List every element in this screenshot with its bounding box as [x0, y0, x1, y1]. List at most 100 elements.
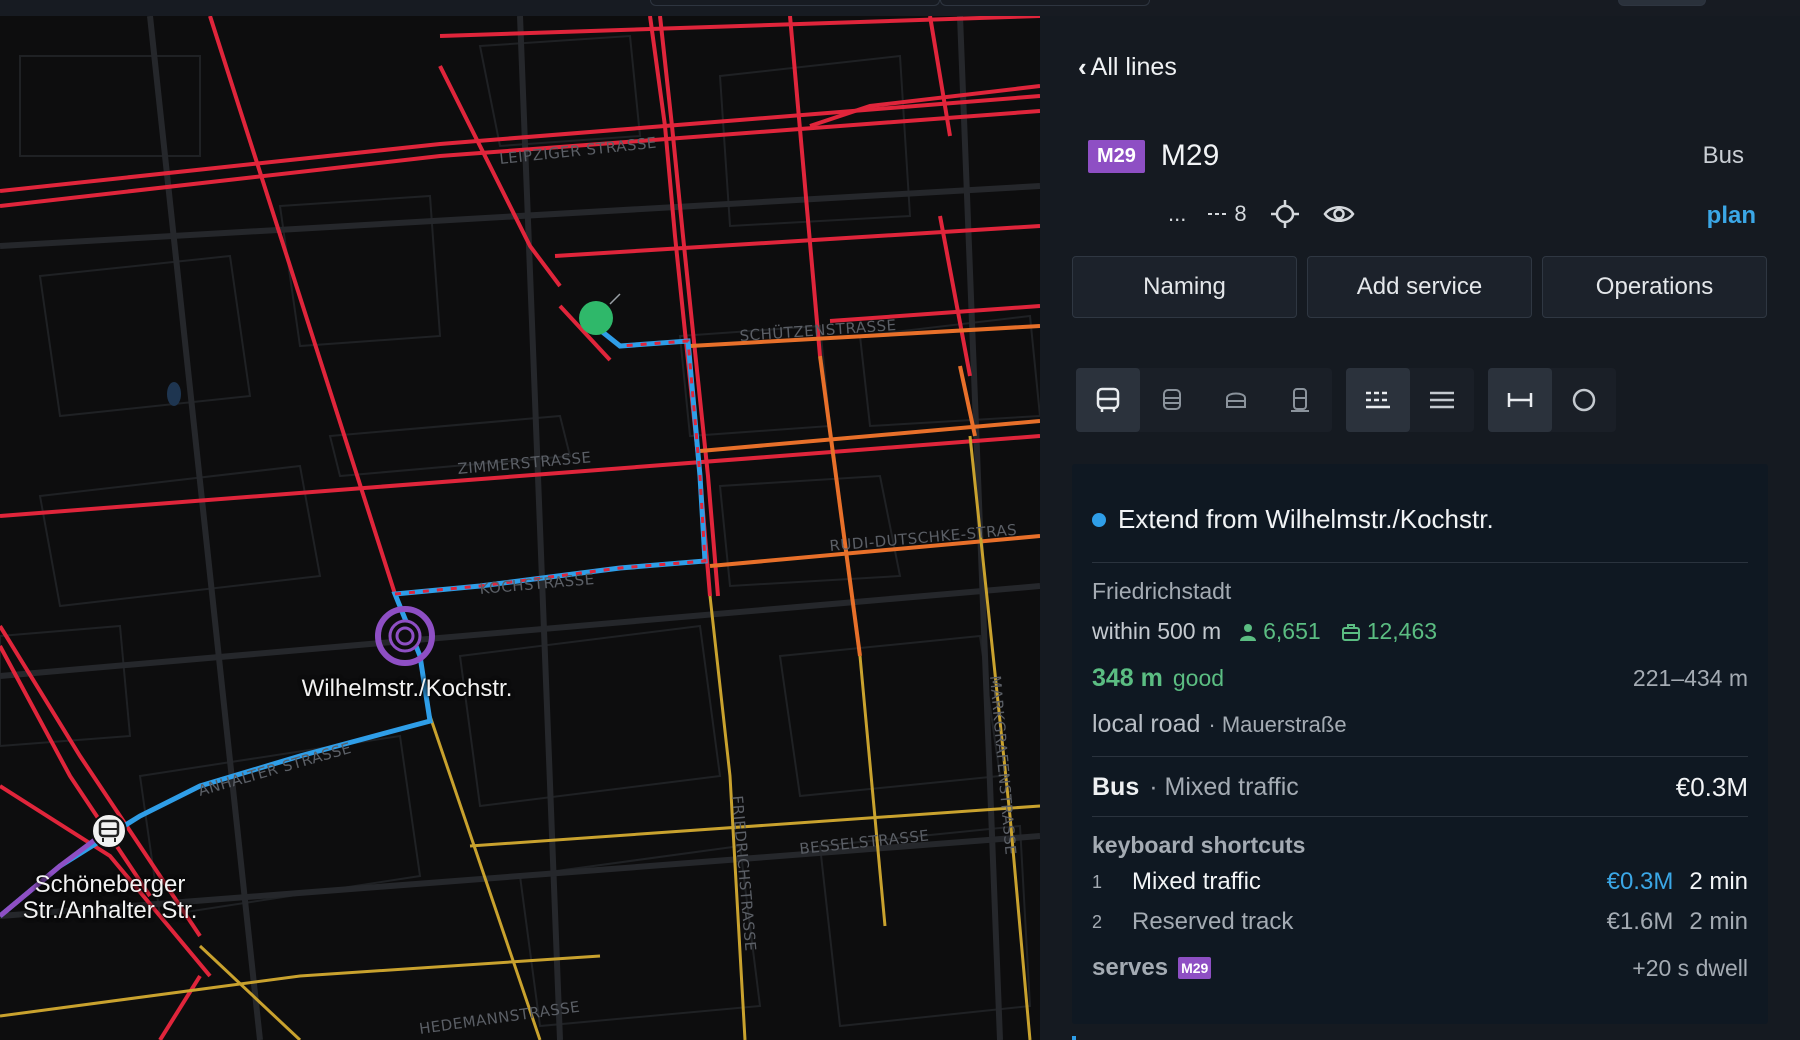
- naming-button[interactable]: Naming: [1072, 256, 1297, 318]
- scroll-accent: [1072, 1036, 1076, 1040]
- jobs-count: 12,463: [1366, 618, 1438, 644]
- dashed-lines-icon: [1366, 391, 1390, 409]
- person-icon: [1240, 623, 1257, 641]
- divider: [1092, 562, 1748, 563]
- bus-stop-icon[interactable]: [91, 813, 127, 849]
- bus-icon: [1096, 387, 1120, 412]
- distance-row: 348 m good 221–434 m: [1092, 664, 1748, 693]
- option-key: 2: [1092, 911, 1103, 932]
- circle-icon: [1572, 388, 1596, 412]
- option-time: 2 min: [1689, 908, 1748, 935]
- stops-dashes-icon: [1208, 213, 1227, 215]
- option-row-2[interactable]: 2 Reserved track €1.6M 2 min: [1092, 908, 1748, 936]
- area-name: Friedrichstadt: [1092, 578, 1748, 605]
- line-badge: M29: [1088, 139, 1145, 173]
- area-name-text: Friedrichstadt: [1092, 578, 1232, 604]
- line-detail-panel: ‹ All lines M29 M29 Bus ... 8 plan Namin…: [1040, 16, 1800, 1040]
- selected-stop-label: Wilhelmstr./Kochstr.: [301, 675, 513, 702]
- dwell-text: +20 s dwell: [1632, 954, 1748, 981]
- option-label: Mixed traffic: [1132, 868, 1261, 895]
- briefcase-icon: [1341, 623, 1360, 641]
- cursor-marker[interactable]: [579, 301, 613, 335]
- street-label: RUDI-DUTSCHKE-STRAS: [829, 521, 1018, 555]
- street-label: FRIEDRICHSTRASSE: [728, 795, 760, 952]
- extend-title: Extend from Wilhelmstr./Kochstr.: [1092, 504, 1494, 535]
- option-row-1[interactable]: 1 Mixed traffic €0.3M 2 min: [1092, 868, 1748, 896]
- road-name: · Mauerstraße: [1208, 711, 1347, 737]
- line-subheader: ... 8: [1168, 198, 1355, 230]
- pond: [167, 382, 181, 406]
- tram-icon: [1163, 389, 1181, 410]
- segment-icon: [1507, 393, 1533, 407]
- stop-count: 8: [1208, 201, 1247, 227]
- serves-label: serves: [1092, 954, 1169, 981]
- street-label: BESSELSTRASSE: [799, 826, 931, 858]
- distance-range: 221–434 m: [1632, 665, 1748, 691]
- option-cost: €1.6M: [1606, 908, 1674, 935]
- train-icon: [1291, 388, 1309, 412]
- solid-lines-icon: [1430, 391, 1454, 409]
- map-canvas[interactable]: LEIPZIGER STRASSE SCHÜTZENSTRASSE ZIMMER…: [0, 16, 1040, 1040]
- stop-label-line2: Str./Anhalter Str.: [22, 897, 198, 924]
- mode-toolbar: [1076, 368, 1616, 432]
- mode-row: Bus · Mixed traffic €0.3M: [1092, 772, 1748, 803]
- status-dot: [1092, 512, 1106, 527]
- back-label: All lines: [1090, 53, 1177, 81]
- residents-count: 6,651: [1263, 618, 1321, 644]
- street-label: KOCHSTRASSE: [479, 570, 595, 598]
- divider: [1092, 816, 1748, 817]
- locate-icon[interactable]: [1269, 198, 1301, 230]
- dashed-style-button[interactable]: [1346, 368, 1410, 432]
- street-label: ANHALTER STRASSE: [196, 739, 353, 800]
- toolbar-segment[interactable]: [940, 0, 1150, 6]
- line-header: M29 M29 Bus: [1088, 136, 1800, 176]
- train-mode-button[interactable]: [1268, 368, 1332, 432]
- extend-title-text: Extend from Wilhelmstr./Kochstr.: [1118, 504, 1494, 534]
- line-name[interactable]: M29: [1161, 139, 1219, 173]
- plan-link[interactable]: plan: [1707, 202, 1756, 230]
- toolbar-segment[interactable]: [650, 0, 940, 6]
- bus-mode-button[interactable]: [1076, 368, 1140, 432]
- mode-detail: · Mixed traffic: [1149, 773, 1299, 801]
- cursor-pointer: [609, 293, 621, 305]
- toolbar-segment[interactable]: [1618, 0, 1706, 6]
- distance-quality: good: [1172, 665, 1225, 691]
- road-row: local road · Mauerstraße: [1092, 710, 1748, 739]
- stop-count-value: 8: [1234, 201, 1247, 226]
- option-key: 1: [1092, 871, 1103, 892]
- serves-line-badge: M29: [1178, 957, 1212, 979]
- line-style-group: [1346, 368, 1474, 432]
- action-buttons: Naming Add service Operations: [1072, 256, 1767, 318]
- line-mode: Bus: [1702, 142, 1744, 169]
- within-label: within 500 m: [1092, 618, 1222, 644]
- eye-icon[interactable]: [1323, 202, 1355, 226]
- add-service-button[interactable]: Add service: [1307, 256, 1532, 318]
- operations-button[interactable]: Operations: [1542, 256, 1767, 318]
- top-toolbar: [0, 0, 1800, 16]
- chevron-left-icon: ‹: [1078, 52, 1087, 82]
- solid-style-button[interactable]: [1410, 368, 1474, 432]
- yellow-streets: [0, 435, 1040, 1040]
- extend-card: Extend from Wilhelmstr./Kochstr. Friedri…: [1072, 464, 1768, 1024]
- vehicle-group: [1076, 368, 1332, 432]
- back-to-all-lines-link[interactable]: ‹ All lines: [1078, 52, 1177, 83]
- shortcuts-heading: keyboard shortcuts: [1092, 832, 1748, 859]
- shape-group: [1488, 368, 1616, 432]
- option-label: Reserved track: [1132, 908, 1294, 935]
- serves-row: serves M29 +20 s dwell: [1092, 954, 1748, 982]
- line-more[interactable]: ...: [1168, 201, 1186, 227]
- circle-shape-button[interactable]: [1552, 368, 1616, 432]
- option-cost: €0.3M: [1606, 868, 1674, 895]
- shortcuts-title: keyboard shortcuts: [1092, 832, 1306, 858]
- ferry-mode-button[interactable]: [1204, 368, 1268, 432]
- road-type: local road: [1092, 710, 1201, 738]
- ferry-icon: [1226, 392, 1246, 408]
- segment-shape-button[interactable]: [1488, 368, 1552, 432]
- stop-label-line1: Schöneberger: [34, 871, 186, 898]
- mode-cost: €0.3M: [1675, 772, 1748, 802]
- catchment-row: within 500 m 6,651 12,463: [1092, 618, 1748, 645]
- option-time: 2 min: [1689, 868, 1748, 895]
- tram-mode-button[interactable]: [1140, 368, 1204, 432]
- distance-value: 348 m: [1092, 664, 1163, 692]
- mode-label: Bus: [1092, 773, 1140, 801]
